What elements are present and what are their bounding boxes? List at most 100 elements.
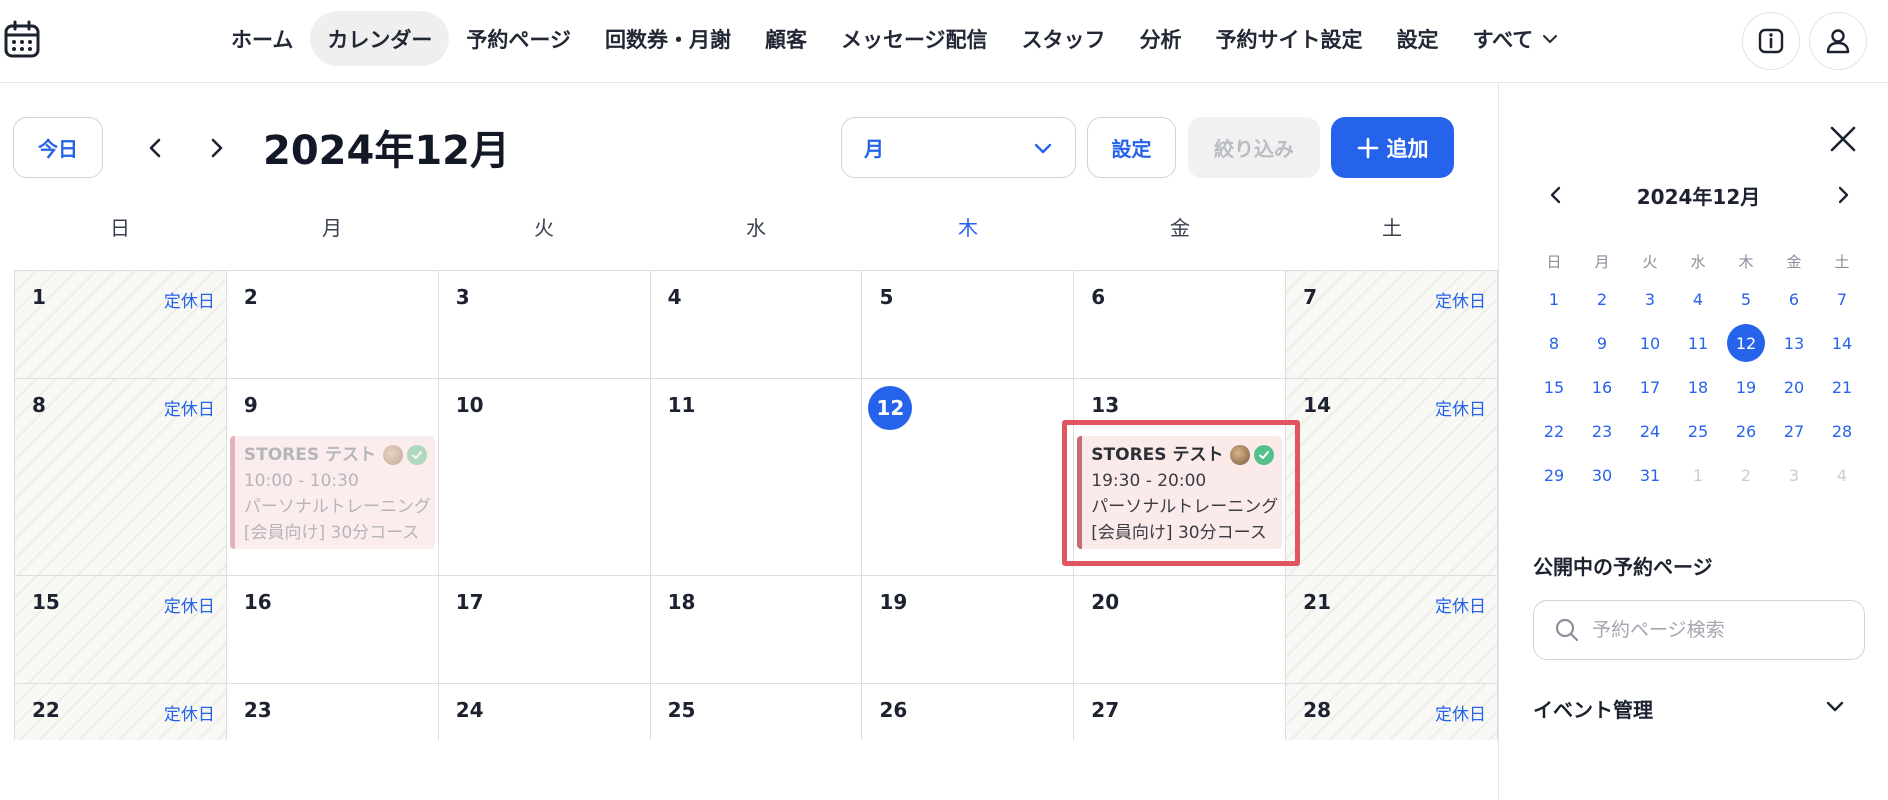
mini-day[interactable]: 13 [1770, 324, 1818, 362]
nav-item[interactable]: 予約サイト設定 [1199, 11, 1380, 66]
day-cell[interactable]: 24 [438, 684, 651, 740]
mini-day[interactable]: 28 [1818, 412, 1866, 450]
mini-day[interactable]: 6 [1770, 280, 1818, 318]
mini-day[interactable]: 1 [1530, 280, 1578, 318]
day-cell[interactable]: 15 定休日 [15, 576, 227, 684]
account-button[interactable] [1809, 12, 1867, 70]
next-month-button[interactable] [196, 128, 236, 168]
day-cell[interactable]: 2 [226, 271, 439, 379]
mini-day[interactable]: 15 [1530, 368, 1578, 406]
day-cell[interactable]: 28 定休日 [1286, 684, 1498, 740]
mini-day[interactable]: 3 [1770, 456, 1818, 494]
view-mode-select[interactable]: 月 [841, 117, 1076, 178]
day-cell[interactable]: 16 [226, 576, 439, 684]
mini-day[interactable]: 16 [1578, 368, 1626, 406]
nav-item[interactable]: スタッフ [1005, 11, 1123, 66]
event-course: [会員向け] 30分コース [1091, 523, 1267, 543]
filter-button[interactable]: 絞り込み [1188, 117, 1320, 178]
mini-day[interactable]: 11 [1674, 324, 1722, 362]
mini-day[interactable]: 4 [1818, 456, 1866, 494]
mini-day[interactable]: 10 [1626, 324, 1674, 362]
mini-day[interactable]: 3 [1626, 280, 1674, 318]
mini-day[interactable]: 2 [1722, 456, 1770, 494]
day-cell[interactable]: 10 [438, 379, 651, 576]
mini-previous-month-button[interactable] [1541, 180, 1571, 210]
mini-day[interactable]: 21 [1818, 368, 1866, 406]
day-cell[interactable]: 14 定休日 [1286, 379, 1498, 576]
mini-day[interactable]: 30 [1578, 456, 1626, 494]
day-cell[interactable]: 26 [862, 684, 1075, 740]
mini-day-number: 2 [1596, 289, 1608, 309]
booking-page-search[interactable] [1533, 600, 1865, 660]
mini-day[interactable]: 12 [1722, 324, 1770, 362]
mini-day[interactable]: 20 [1770, 368, 1818, 406]
nav-item[interactable]: 分析 [1123, 11, 1199, 66]
day-cell[interactable]: 11 [650, 379, 863, 576]
day-cell[interactable]: 12 [862, 379, 1075, 576]
day-number: 18 [667, 590, 696, 614]
close-panel-button[interactable] [1827, 123, 1859, 155]
mini-day[interactable]: 5 [1722, 280, 1770, 318]
add-button[interactable]: 追加 [1331, 117, 1454, 178]
nav-menu: ホーム カレンダー 予約ページ 回数券・月謝 顧客 メッセージ配信 スタッフ 分析 予約サイト設… [214, 11, 1576, 66]
day-cell[interactable]: 6 [1074, 271, 1287, 379]
mini-day[interactable]: 29 [1530, 456, 1578, 494]
nav-item[interactable]: 設定 [1380, 11, 1456, 66]
nav-item[interactable]: 回数券・月謝 [588, 11, 748, 66]
day-cell[interactable]: 5 [862, 271, 1075, 379]
mini-day[interactable]: 26 [1722, 412, 1770, 450]
mini-day[interactable]: 4 [1674, 280, 1722, 318]
mini-day[interactable]: 8 [1530, 324, 1578, 362]
day-cell[interactable]: 9 STORES テスト 10:00 - 10:30 パーソナルトレーニング [会員向け… [226, 379, 439, 576]
day-cell[interactable]: 7 定休日 [1286, 271, 1498, 379]
mini-day-number: 25 [1687, 421, 1709, 441]
mini-day[interactable]: 24 [1626, 412, 1674, 450]
search-input[interactable] [1592, 619, 1832, 641]
day-cell[interactable]: 25 [650, 684, 863, 740]
day-cell[interactable]: 19 [862, 576, 1075, 684]
event-card[interactable]: STORES テスト 10:00 - 10:30 パーソナルトレーニング [会員向け]… [229, 436, 435, 549]
mini-day[interactable]: 18 [1674, 368, 1722, 406]
chevron-down-icon[interactable] [1823, 694, 1847, 718]
mini-day[interactable]: 14 [1818, 324, 1866, 362]
mini-day[interactable]: 23 [1578, 412, 1626, 450]
day-cell[interactable]: 23 [226, 684, 439, 740]
nav-item[interactable]: カレンダー [310, 11, 450, 66]
mini-day[interactable]: 19 [1722, 368, 1770, 406]
today-button[interactable]: 今日 [13, 117, 103, 178]
mini-day[interactable]: 25 [1674, 412, 1722, 450]
mini-day[interactable]: 27 [1770, 412, 1818, 450]
event-management-title[interactable]: イベント管理 [1533, 694, 1653, 723]
day-cell[interactable]: 4 [650, 271, 863, 379]
mini-day[interactable]: 9 [1578, 324, 1626, 362]
mini-next-month-button[interactable] [1828, 180, 1858, 210]
info-button[interactable] [1742, 12, 1800, 70]
calendar-icon[interactable] [4, 20, 40, 58]
day-cell[interactable]: 20 [1074, 576, 1287, 684]
day-cell[interactable]: 3 [438, 271, 651, 379]
mini-day[interactable]: 22 [1530, 412, 1578, 450]
nav-item[interactable]: 予約ページ [449, 11, 588, 66]
nav-item-all[interactable]: すべて [1456, 11, 1577, 66]
day-cell[interactable]: 8 定休日 [15, 379, 227, 576]
day-cell[interactable]: 13 STORES テスト 19:30 - 20:00 パーソナルトレーニング [会員向… [1074, 379, 1287, 576]
nav-item[interactable]: メッセージ配信 [824, 11, 1005, 66]
calendar-settings-button[interactable]: 設定 [1087, 117, 1176, 178]
mini-day[interactable]: 31 [1626, 456, 1674, 494]
day-cell[interactable]: 21 定休日 [1286, 576, 1498, 684]
mini-day-number: 22 [1543, 421, 1565, 441]
mini-day[interactable]: 7 [1818, 280, 1866, 318]
mini-day[interactable]: 17 [1626, 368, 1674, 406]
day-cell[interactable]: 1 定休日 [15, 271, 227, 379]
nav-item[interactable]: ホーム [214, 11, 310, 66]
day-cell[interactable]: 22 定休日 [15, 684, 227, 740]
previous-month-button[interactable] [136, 128, 176, 168]
day-number: 20 [1091, 590, 1120, 614]
nav-item[interactable]: 顧客 [748, 11, 824, 66]
day-cell[interactable]: 17 [438, 576, 651, 684]
day-cell[interactable]: 18 [650, 576, 863, 684]
day-cell[interactable]: 27 [1074, 684, 1287, 740]
event-card[interactable]: STORES テスト 19:30 - 20:00 パーソナルトレーニング [会員向け]… [1077, 436, 1283, 549]
mini-day[interactable]: 2 [1578, 280, 1626, 318]
mini-day[interactable]: 1 [1674, 456, 1722, 494]
